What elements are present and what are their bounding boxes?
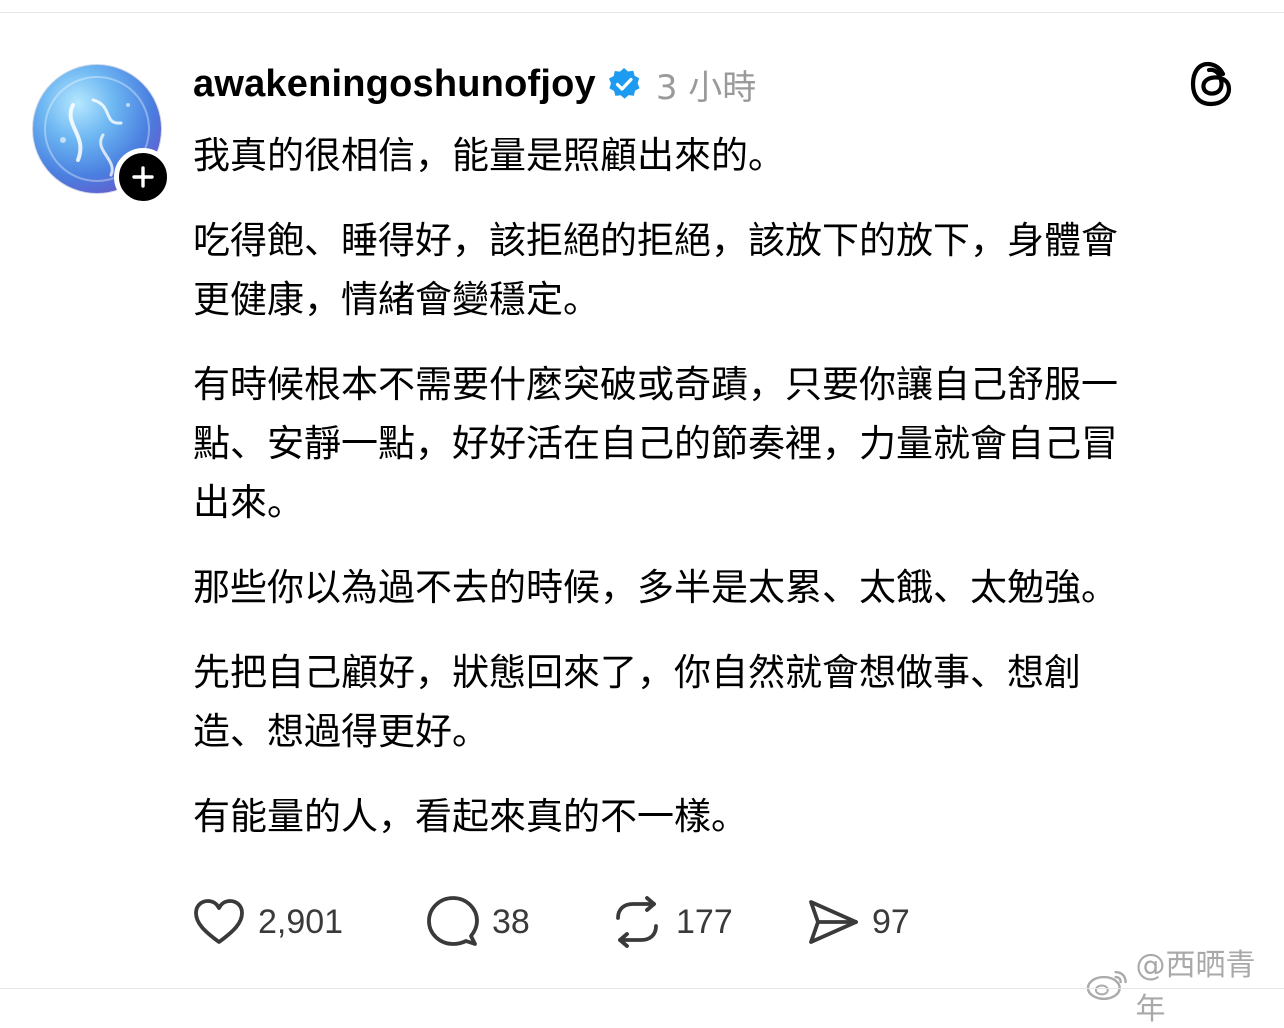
watermark-text: @西晒青年 [1135,948,1256,1027]
author-avatar[interactable] [32,64,172,206]
like-button[interactable]: 2,901 [192,896,343,948]
post-paragraph-2: 吃得飽、睡得好，該拒絕的拒絕，該放下的放下，身體會 更健康，情緒會變穩定。 [193,219,1118,321]
comment-count: 38 [492,902,530,941]
post-body: 我真的很相信，能量是照顧出來的。 吃得飽、睡得好，該拒絕的拒絕，該放下的放下，身… [193,126,1253,872]
watermark: @西晒青年 [1086,940,1284,1028]
follow-plus-button[interactable] [114,148,172,206]
share-button[interactable]: 97 [806,896,910,948]
repost-button[interactable]: 177 [610,896,733,948]
send-icon [809,900,858,944]
repost-icon [616,896,658,948]
post-timestamp: 3 小時 [655,67,757,108]
threads-logo-icon[interactable] [1188,58,1236,110]
author-username[interactable]: awakeningoshunofjoy [193,63,596,106]
bottom-divider [0,988,1284,989]
post-paragraph-3: 有時候根本不需要什麼突破或奇蹟，只要你讓自己舒服一 點、安靜一點，好好活在自己的… [193,363,1118,524]
post-paragraph-5: 先把自己顧好，狀態回來了，你自然就會想做事、想創 造、想過得更好。 [193,651,1081,753]
heart-icon [194,899,244,944]
verified-badge-icon [608,68,640,99]
share-count: 97 [872,902,910,941]
comment-bubble-icon [427,896,479,946]
repost-count: 177 [676,902,733,941]
post-paragraph-4: 那些你以為過不去的時候，多半是太累、太餓、太勉強。 [193,566,1118,609]
post-header: awakeningoshunofjoy 3 小時 [193,56,756,112]
comment-button[interactable]: 38 [426,896,530,948]
top-divider [0,12,1284,13]
weibo-icon [1086,970,1127,1001]
like-count: 2,901 [258,902,344,941]
plus-icon [132,166,154,188]
post-paragraph-6: 有能量的人，看起來真的不一樣。 [193,795,748,838]
post-paragraph-1: 我真的很相信，能量是照顧出來的。 [193,134,785,177]
